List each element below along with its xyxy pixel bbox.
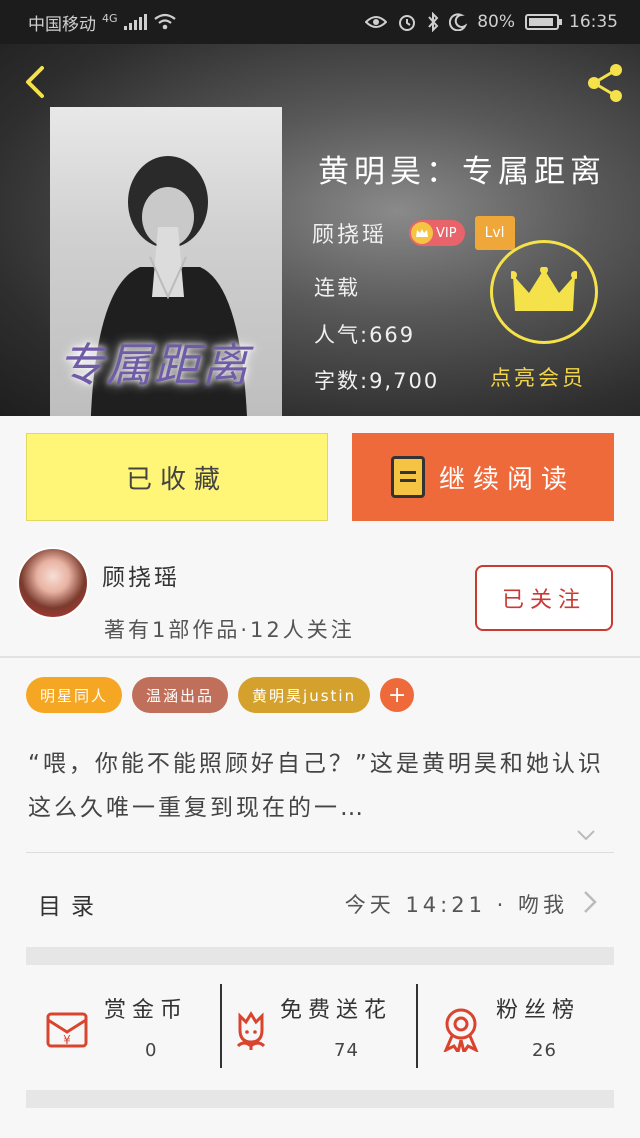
stat-value: 0 — [145, 1040, 158, 1061]
tag-list: 明星同人 温涵出品 黄明昊justin + — [26, 677, 415, 713]
author-row: 顾挠瑶 VIP Lvl — [312, 216, 515, 250]
battery-percent: 80% — [477, 12, 515, 32]
member-label[interactable]: 点亮会员 — [490, 362, 586, 392]
stat-value: 26 — [532, 1040, 557, 1061]
member-crown-button[interactable] — [490, 240, 598, 344]
chevron-down-icon[interactable] — [575, 824, 597, 846]
table-of-contents-row[interactable]: 目录 今天 14:21 · 吻我 — [0, 855, 640, 947]
author-avatar[interactable] — [17, 547, 89, 619]
book-cover[interactable]: 专属距离 — [50, 107, 282, 416]
follow-label: 已关注 — [501, 588, 586, 613]
level-badge: Lvl — [474, 216, 515, 250]
vip-badge: VIP — [409, 220, 465, 246]
section-separator — [26, 947, 614, 965]
author-stats: 著有1部作品·12人关注 — [104, 618, 355, 642]
signal-icon — [123, 14, 147, 30]
divider — [0, 656, 640, 658]
bluetooth-icon — [428, 12, 439, 32]
serial-status: 连载 — [314, 276, 360, 300]
carrier-label: 中国移动 — [28, 14, 96, 35]
stat-label: 赏金币 — [104, 998, 189, 1023]
author-name[interactable]: 顾挠瑶 — [312, 217, 387, 249]
book-synopsis[interactable]: “喂，你能不能照顾好自己？”这是黄明昊和她认识这么久唯一重复到现在的一… — [28, 742, 618, 830]
continue-reading-button[interactable]: 继续阅读 — [352, 433, 614, 521]
battery-icon — [525, 14, 562, 30]
continue-reading-label: 继续阅读 — [438, 464, 575, 495]
popularity: 人气:669 — [314, 323, 416, 347]
follow-button[interactable]: 已关注 — [475, 565, 613, 631]
fan-ranking-stat[interactable]: 粉丝榜 26 — [418, 966, 640, 1086]
collected-button[interactable]: 已收藏 — [26, 433, 328, 521]
back-arrow-icon[interactable] — [18, 64, 54, 100]
reward-coins-stat[interactable]: ¥ 赏金币 0 — [0, 966, 220, 1086]
network-label: 4G — [102, 11, 118, 25]
svg-text:¥: ¥ — [63, 1033, 71, 1047]
medal-icon — [443, 1008, 479, 1052]
book-icon — [390, 456, 425, 498]
vip-label: VIP — [436, 225, 457, 241]
red-envelope-icon: ¥ — [46, 1012, 88, 1048]
book-title: 黄明昊：专属距离 — [318, 154, 606, 190]
free-flowers-stat[interactable]: 免费送花 74 — [222, 966, 416, 1086]
eye-icon — [365, 16, 388, 28]
clock: 16:35 — [569, 12, 618, 32]
chevron-right-icon — [584, 891, 597, 913]
cover-title: 专属距离 — [58, 338, 250, 392]
stat-label: 免费送花 — [280, 998, 393, 1023]
word-count: 字数:9,700 — [314, 369, 440, 393]
alarm-icon — [399, 15, 416, 31]
status-bar: 中国移动 4G 80% 16:35 — [0, 0, 640, 44]
latest-chapter: 今天 14:21 · 吻我 — [344, 893, 568, 917]
tag-item[interactable]: 黄明昊justin — [238, 677, 371, 713]
crown-icon — [511, 267, 577, 311]
tag-item[interactable]: 温涵出品 — [132, 677, 229, 713]
divider — [26, 852, 614, 853]
wifi-icon — [153, 13, 176, 30]
flower-icon — [236, 1011, 266, 1050]
add-tag-button[interactable]: + — [380, 678, 415, 712]
moon-icon — [449, 13, 468, 31]
tag-item[interactable]: 明星同人 — [26, 677, 123, 713]
stats-row: ¥ 赏金币 0 免费送花 74 粉丝榜 26 — [0, 966, 640, 1086]
crown-icon — [411, 222, 434, 244]
share-icon[interactable] — [582, 60, 628, 106]
stat-label: 粉丝榜 — [496, 998, 581, 1023]
stat-value: 74 — [334, 1040, 359, 1061]
author-block-name[interactable]: 顾挠瑶 — [102, 558, 180, 592]
book-header: 专属距离 黄明昊：专属距离 顾挠瑶 VIP Lvl 连载 人气:669 字数:9… — [0, 44, 640, 416]
toc-label: 目录 — [38, 894, 104, 920]
collected-label: 已收藏 — [125, 464, 228, 495]
section-separator — [26, 1090, 614, 1108]
